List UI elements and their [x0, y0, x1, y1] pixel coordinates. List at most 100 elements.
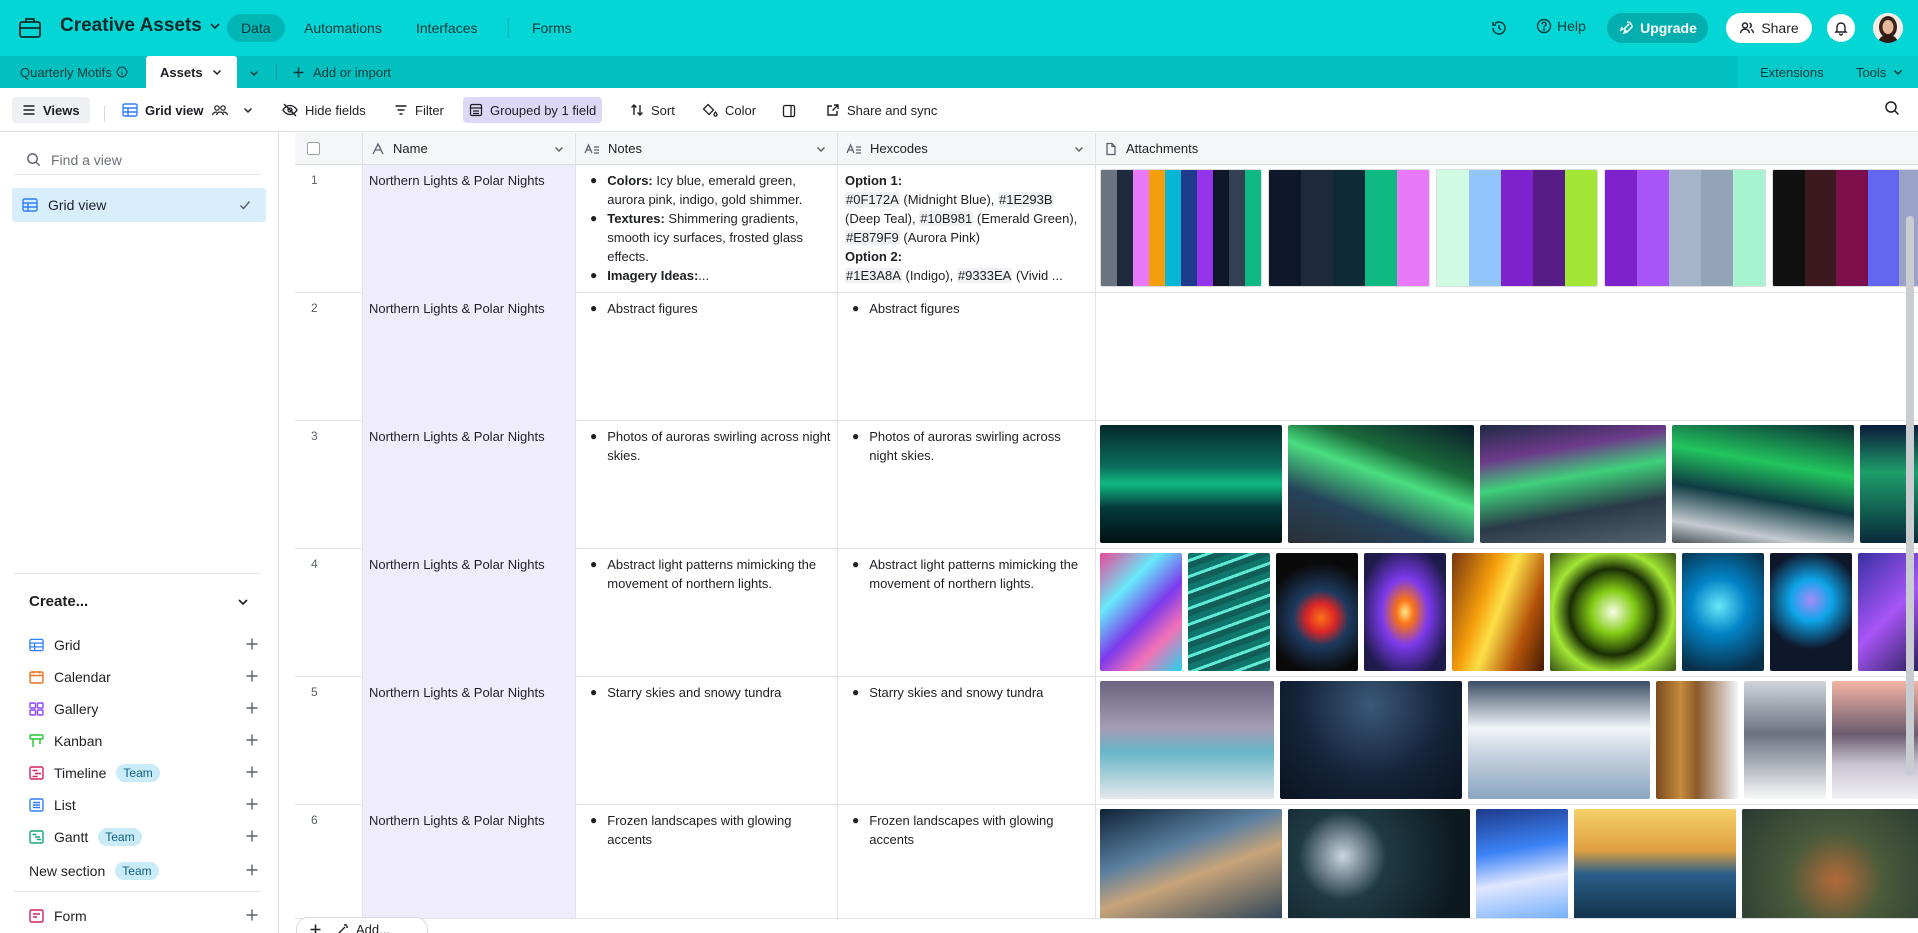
abstract-photo[interactable] [1770, 553, 1852, 671]
create-heading[interactable]: Create... [29, 593, 88, 610]
attachments-cell[interactable] [1096, 421, 1918, 549]
column-header-name[interactable]: Name [363, 133, 576, 165]
share-and-sync-button[interactable]: Share and sync [820, 97, 943, 123]
name-cell[interactable]: Northern Lights & Polar Nights [363, 805, 576, 933]
create-gallery[interactable]: Gallery [29, 697, 259, 721]
avatar[interactable] [1873, 13, 1903, 43]
tundra-photo[interactable] [1100, 681, 1274, 799]
attachment-thumbnail[interactable] [1772, 169, 1918, 287]
hexcodes-cell[interactable]: ● Abstract light patterns mimicking the m… [838, 549, 1096, 677]
name-cell[interactable]: Northern Lights & Polar Nights [363, 165, 576, 293]
create-gantt[interactable]: Gantt Team [29, 825, 259, 849]
column-header-notes[interactable]: Notes [576, 133, 838, 165]
filter-button[interactable]: Filter [388, 97, 450, 123]
tundra-photo[interactable] [1468, 681, 1650, 799]
chevron-down-icon[interactable] [553, 143, 565, 155]
extensions-button[interactable]: Extensions [1760, 56, 1824, 88]
frozen-photo[interactable] [1100, 809, 1282, 927]
group-button[interactable]: Grouped by 1 field [463, 97, 603, 123]
add-options[interactable]: Add... [336, 922, 390, 933]
aurora-photo[interactable] [1480, 425, 1666, 543]
find-view-input[interactable]: Find a view [14, 145, 261, 175]
abstract-photo[interactable] [1276, 553, 1358, 671]
tab-assets[interactable]: Assets [146, 56, 237, 88]
create-grid[interactable]: Grid [29, 633, 259, 657]
notes-cell[interactable]: ● Abstract light patterns mimicking the m… [576, 549, 838, 677]
tables-dropdown-icon[interactable] [248, 67, 260, 79]
vertical-scrollbar[interactable] [1906, 216, 1914, 776]
views-button[interactable]: Views [12, 97, 90, 123]
hexcodes-cell[interactable]: ● Photos of auroras swirling across night… [838, 421, 1096, 549]
base-title[interactable]: Creative Assets [60, 15, 222, 37]
tundra-photo[interactable] [1744, 681, 1826, 799]
current-view-button[interactable]: Grid view [116, 97, 260, 123]
aurora-photo[interactable] [1288, 425, 1474, 543]
sort-button[interactable]: Sort [624, 97, 681, 123]
attachment-thumbnail[interactable] [1604, 169, 1766, 287]
attachment-thumbnail[interactable] [1100, 169, 1262, 287]
hexcodes-cell[interactable]: ● Abstract figures [838, 293, 1096, 421]
notes-cell[interactable]: ● Colors: Icy blue, emerald green, aurora… [576, 165, 838, 293]
notes-cell[interactable]: ● Abstract figures [576, 293, 838, 421]
name-cell[interactable]: Northern Lights & Polar Nights [363, 549, 576, 677]
create-new-section[interactable]: New section Team [29, 859, 259, 883]
notes-cell[interactable]: ● Starry skies and snowy tundra [576, 677, 838, 805]
chevron-down-icon[interactable] [815, 143, 827, 155]
tools-button[interactable]: Tools [1856, 56, 1904, 88]
attachments-cell[interactable] [1096, 677, 1918, 805]
chevron-down-icon[interactable] [236, 595, 250, 609]
table-row[interactable]: 4 Northern Lights & Polar Nights ● Abstra… [295, 549, 1918, 677]
hide-fields-button[interactable]: Hide fields [276, 97, 372, 123]
nav-automations[interactable]: Automations [290, 14, 396, 42]
abstract-photo[interactable] [1452, 553, 1544, 671]
select-all-checkbox[interactable] [307, 142, 320, 155]
upgrade-button[interactable]: Upgrade [1607, 13, 1708, 43]
column-header-attachments[interactable]: Attachments [1096, 133, 1918, 165]
create-list[interactable]: List [29, 793, 259, 817]
tundra-photo[interactable] [1280, 681, 1462, 799]
tab-quarterly-motifs[interactable]: Quarterly Motifs [20, 56, 128, 88]
abstract-photo[interactable] [1550, 553, 1676, 671]
attachment-thumbnail[interactable] [1436, 169, 1598, 287]
column-header-hexcodes[interactable]: Hexcodes [838, 133, 1096, 165]
attachment-thumbnail[interactable] [1268, 169, 1430, 287]
abstract-photo[interactable] [1682, 553, 1764, 671]
table-row[interactable]: 1 Northern Lights & Polar Nights ● Colors… [295, 165, 1918, 293]
table-row[interactable]: 5 Northern Lights & Polar Nights ● Starry… [295, 677, 1918, 805]
table-row[interactable]: 2 Northern Lights & Polar Nights ● Abstra… [295, 293, 1918, 421]
frozen-photo[interactable] [1288, 809, 1470, 927]
create-form[interactable]: Form [29, 904, 259, 928]
create-timeline[interactable]: Timeline Team [29, 761, 259, 785]
chevron-down-icon[interactable] [1073, 143, 1085, 155]
abstract-photo[interactable] [1364, 553, 1446, 671]
attachments-cell[interactable] [1096, 549, 1918, 677]
attachments-cell[interactable] [1096, 293, 1918, 421]
nav-data[interactable]: Data [227, 14, 285, 42]
add-or-import-button[interactable]: Add or import [292, 56, 391, 88]
abstract-photo[interactable] [1100, 553, 1182, 671]
aurora-photo[interactable] [1100, 425, 1282, 543]
hexcodes-cell[interactable]: ● Starry skies and snowy tundra [838, 677, 1096, 805]
notes-cell[interactable]: ● Frozen landscapes with glowing accents [576, 805, 838, 933]
name-cell[interactable]: Northern Lights & Polar Nights [363, 677, 576, 805]
create-kanban[interactable]: Kanban [29, 729, 259, 753]
history-icon[interactable] [1490, 19, 1508, 37]
sidebar-view-grid[interactable]: Grid view [12, 188, 266, 222]
frozen-photo[interactable] [1574, 809, 1736, 927]
attachments-cell[interactable] [1096, 165, 1918, 293]
color-button[interactable]: Color [696, 97, 762, 123]
frozen-photo[interactable] [1742, 809, 1918, 927]
row-height-icon[interactable] [782, 104, 796, 118]
aurora-photo[interactable] [1672, 425, 1854, 543]
help-button[interactable]: Help [1536, 18, 1586, 34]
hexcodes-cell[interactable]: Option 1: #0F172A (Midnight Blue), #1E29… [838, 165, 1096, 293]
create-calendar[interactable]: Calendar [29, 665, 259, 689]
share-button[interactable]: Share [1726, 13, 1812, 43]
notes-cell[interactable]: ● Photos of auroras swirling across night… [576, 421, 838, 549]
name-cell[interactable]: Northern Lights & Polar Nights [363, 421, 576, 549]
hexcodes-cell[interactable]: ● Frozen landscapes with glowing accents [838, 805, 1096, 933]
tundra-photo[interactable] [1656, 681, 1738, 799]
table-row[interactable]: 6 Northern Lights & Polar Nights ● Frozen… [295, 805, 1918, 933]
add-record-button[interactable]: Add... [296, 917, 428, 933]
nav-interfaces[interactable]: Interfaces [402, 14, 491, 42]
